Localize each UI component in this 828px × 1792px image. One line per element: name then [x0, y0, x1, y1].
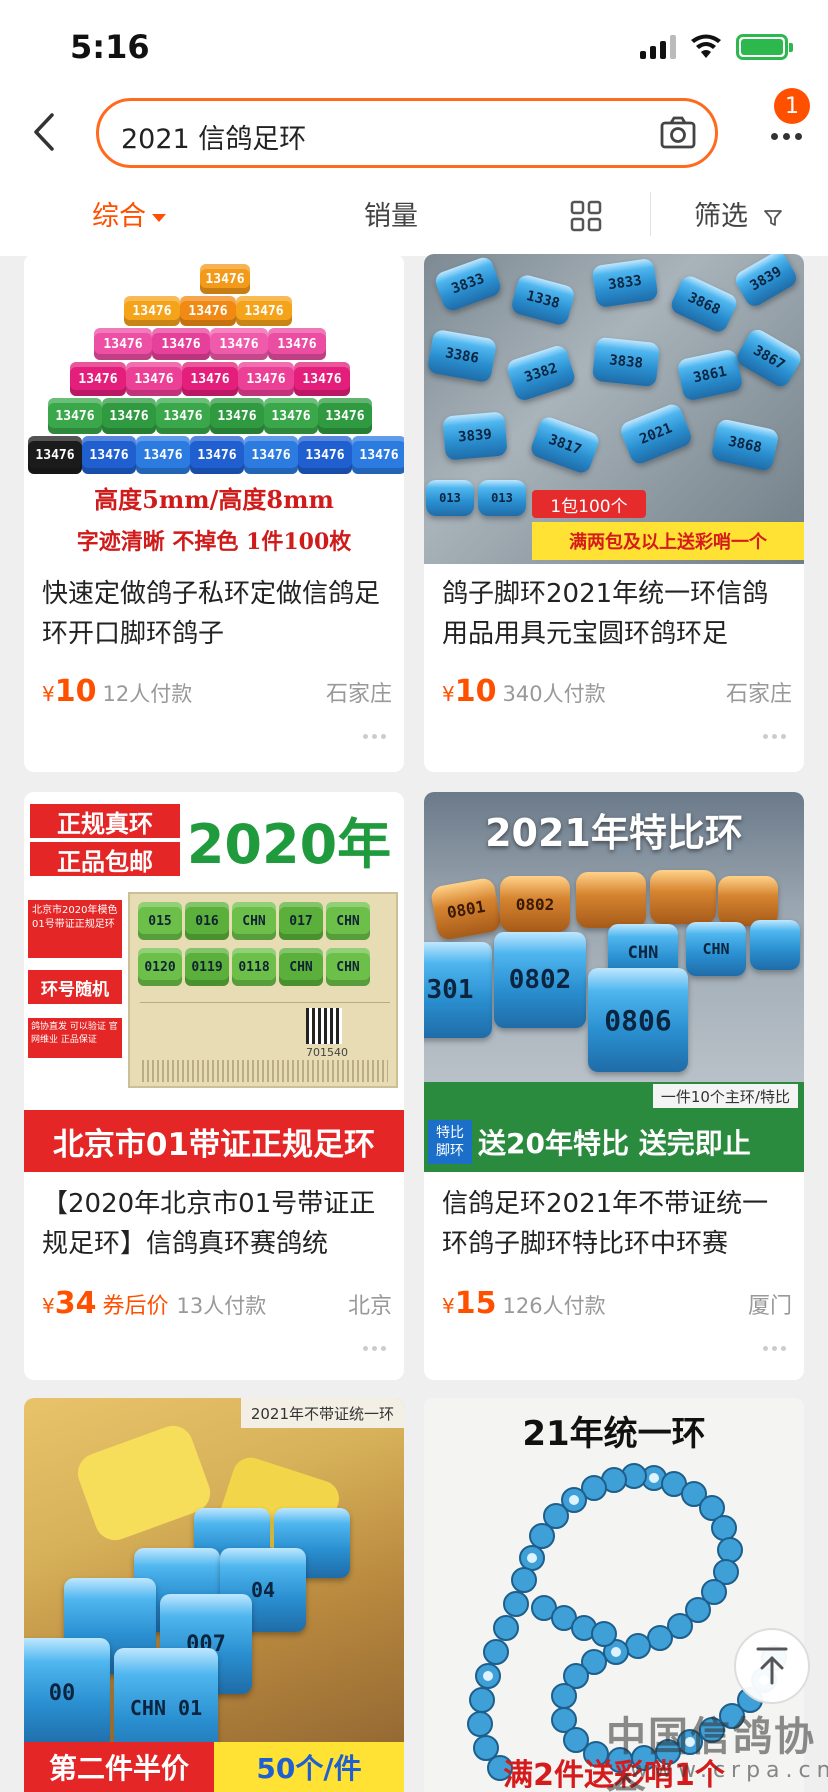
- sub-note: 一件10个主环/特比: [652, 1084, 798, 1108]
- more-dots-icon: [770, 132, 802, 140]
- search-header: 2021 信鸽足环 1: [0, 88, 828, 172]
- product-image: 3833 1338 3833 3868 3839 3386 3382 3838 …: [424, 254, 804, 564]
- notification-badge: 1: [774, 88, 810, 124]
- bottom-banner: 北京市01带证正规足环: [24, 1110, 404, 1172]
- location: 石家庄: [325, 682, 392, 707]
- cert-number: 701540: [306, 1046, 348, 1059]
- sort-sales-label: 销量: [364, 201, 418, 232]
- side-note: 环号随机: [28, 970, 122, 1004]
- genuine-line2: 正品包邮: [30, 842, 180, 876]
- pack-label: 1包100个: [532, 490, 646, 518]
- sort-comprehensive[interactable]: 综合: [92, 194, 166, 233]
- sort-comprehensive-label: 综合: [92, 201, 146, 232]
- status-time: 5:16: [70, 28, 150, 66]
- headline: 21年统一环: [522, 1414, 706, 1454]
- price-symbol: ¥: [442, 682, 455, 706]
- product-card[interactable]: 21年统一环 满2件送彩哨1个: [424, 1398, 804, 1792]
- price-symbol: ¥: [42, 682, 55, 706]
- year-headline: 2020年: [186, 813, 392, 876]
- filter-label: 筛选: [694, 201, 748, 232]
- card-more-icon[interactable]: [763, 1346, 786, 1351]
- funnel-icon: [763, 209, 782, 226]
- top-tag: 2021年不带证统一环: [240, 1398, 404, 1428]
- side-note: 鸽协直发 可以验证 官网维业 正品保证: [28, 1018, 122, 1058]
- genuine-line1: 正规真环: [30, 804, 180, 838]
- product-image: 2021年不带证统一环 04 007 00 CHN 01 第二件半价 50个/件: [24, 1398, 404, 1792]
- product-image: 2021年特比环 0801 0802 CHN CHN 301 0802 0806…: [424, 792, 804, 1172]
- cellular-signal-icon: [640, 35, 676, 59]
- product-image: 21年统一环 满2件送彩哨1个: [424, 1398, 804, 1792]
- sales-count: 12人付款: [102, 682, 193, 706]
- certificate-card: 015 016 CHN 017 CHN 0120 0119 0118 CHN C…: [128, 892, 398, 1088]
- price-row: ¥ 34 券后价 13人付款 北京: [42, 1286, 392, 1321]
- back-button[interactable]: [22, 110, 66, 154]
- search-input[interactable]: 2021 信鸽足环: [96, 98, 718, 168]
- scroll-to-top-button[interactable]: [734, 1628, 810, 1704]
- search-query: 2021 信鸽足环: [121, 124, 307, 155]
- price-row: ¥ 15 126人付款 厦门: [442, 1286, 792, 1321]
- sales-count: 126人付款: [502, 1294, 606, 1318]
- status-bar: 5:16: [0, 0, 828, 96]
- location: 厦门: [747, 1294, 792, 1319]
- card-more-icon[interactable]: [763, 734, 786, 739]
- product-title[interactable]: 【2020年北京市01号带证正规足环】信鸽真环赛鸽统: [42, 1184, 392, 1264]
- caret-down-icon: [152, 213, 166, 222]
- price-row: ¥ 10 340人付款 石家庄: [442, 674, 792, 709]
- location: 石家庄: [725, 682, 792, 707]
- tag: 特比脚环: [428, 1120, 472, 1164]
- price: 10: [54, 674, 97, 709]
- image-caption: 高度5mm/高度8mm: [94, 485, 334, 514]
- ring-chain-icon: [467, 1463, 787, 1781]
- product-title[interactable]: 信鸽足环2021年不带证统一环鸽子脚环特比环中环赛: [442, 1184, 792, 1264]
- status-icons: [640, 34, 793, 60]
- product-card[interactable]: 2021年不带证统一环 04 007 00 CHN 01 第二件半价 50个/件: [24, 1398, 404, 1792]
- wifi-icon: [691, 34, 721, 58]
- sort-sales[interactable]: 销量: [364, 194, 418, 233]
- bottom-promo: 满2件送彩哨1个: [503, 1758, 725, 1792]
- price: 34: [54, 1286, 97, 1321]
- grid-view-icon[interactable]: [570, 200, 602, 232]
- camera-icon[interactable]: [659, 114, 697, 152]
- price: 15: [454, 1286, 497, 1321]
- product-card[interactable]: 正规真环 正品包邮 2020年 北京市2020年模色01号带证正规足环 环号随机…: [24, 792, 404, 1380]
- banner-left: 第二件半价: [24, 1742, 214, 1792]
- battery-icon: [736, 34, 793, 60]
- product-card[interactable]: 3833 1338 3833 3868 3839 3386 3382 3838 …: [424, 254, 804, 772]
- product-image: 正规真环 正品包邮 2020年 北京市2020年模色01号带证正规足环 环号随机…: [24, 792, 404, 1172]
- product-title[interactable]: 鸽子脚环2021年统一环信鸽用品用具元宝圆环鸽环足: [442, 574, 792, 654]
- qr-code-icon: [306, 1008, 342, 1044]
- side-note: 北京市2020年模色01号带证正规足环: [28, 900, 122, 958]
- product-card[interactable]: 13476 13476 13476 13476 13476 13476 1347…: [24, 254, 404, 772]
- banner-right: 50个/件: [214, 1742, 404, 1792]
- sort-divider: [650, 192, 651, 236]
- product-card[interactable]: 2021年特比环 0801 0802 CHN CHN 301 0802 0806…: [424, 792, 804, 1380]
- location: 北京: [347, 1294, 392, 1319]
- promo-banner: 满两包及以上送彩哨一个: [532, 522, 804, 560]
- sales-count: 340人付款: [502, 682, 606, 706]
- ring-icon: 13476: [200, 264, 250, 294]
- price-row: ¥ 10 12人付款 石家庄: [42, 674, 392, 709]
- coupon-label: 券后价: [102, 1294, 169, 1319]
- banner: 送20年特比 送完即止: [478, 1127, 751, 1160]
- price-symbol: ¥: [442, 1294, 455, 1318]
- filter-button[interactable]: 筛选: [694, 194, 783, 233]
- price-symbol: ¥: [42, 1294, 55, 1318]
- chevron-left-icon: [34, 113, 54, 151]
- price: 10: [454, 674, 497, 709]
- sales-count: 13人付款: [176, 1294, 267, 1318]
- product-image: 13476 13476 13476 13476 13476 13476 1347…: [24, 254, 404, 564]
- sort-bar: 综合 销量 筛选: [0, 172, 828, 256]
- promo-footer: 一件10个主环/特比 特比脚环 送20年特比 送完即止: [424, 1082, 804, 1172]
- image-caption: 字迹清晰 不掉色 1件100枚: [76, 529, 352, 555]
- card-more-icon[interactable]: [363, 1346, 386, 1351]
- arrow-up-icon: [756, 1647, 788, 1685]
- product-title[interactable]: 快速定做鸽子私环定做信鸽足环开口脚环鸽子: [42, 574, 392, 654]
- card-more-icon[interactable]: [363, 734, 386, 739]
- headline: 2021年特比环: [485, 811, 743, 855]
